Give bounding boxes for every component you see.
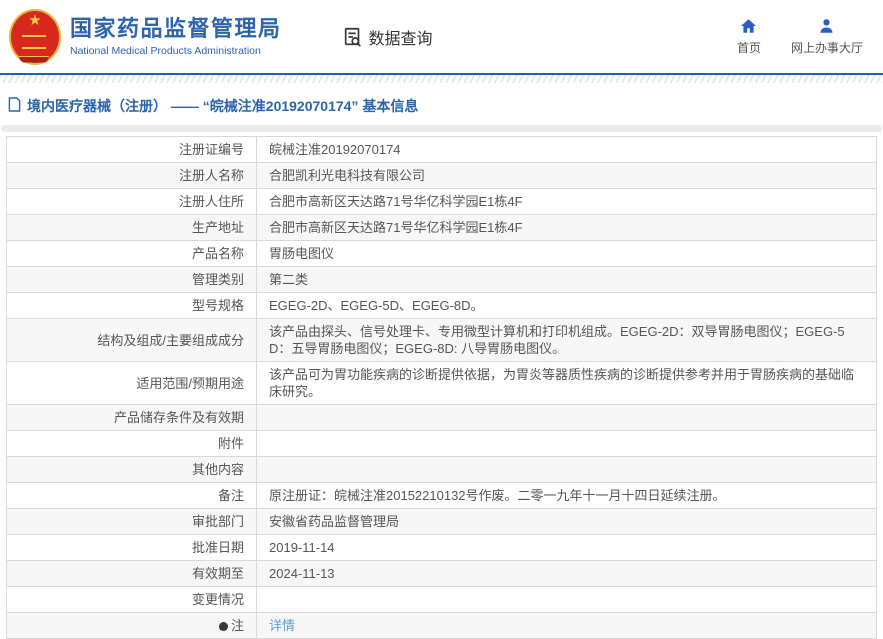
document-search-icon: [342, 26, 364, 48]
table-row: 审批部门 安徽省药品监督管理局: [6, 508, 877, 535]
org-name-en: National Medical Products Administration: [70, 45, 261, 57]
table-row: 管理类别 第二类: [6, 266, 877, 293]
row-value: 合肥市高新区天达路71号华亿科学园E1栋4F: [256, 214, 877, 241]
row-label: 注: [6, 612, 257, 639]
info-table-body: 注册证编号 皖械注准20192070174 注册人名称 合肥凯利光电科技有限公司 注册人…: [6, 136, 877, 639]
row-label: 审批部门: [6, 508, 257, 535]
row-value: 合肥凯利光电科技有限公司: [256, 162, 877, 189]
row-label: 有效期至: [6, 560, 257, 587]
page-title: 境内医疗器械（注册） —— “皖械注准20192070174” 基本信息: [27, 98, 419, 114]
page-title-row: 境内医疗器械（注册） —— “皖械注准20192070174” 基本信息: [0, 83, 883, 125]
table-row: 注册证编号 皖械注准20192070174: [6, 136, 877, 163]
row-value: 详情: [256, 612, 877, 639]
row-value: 2019-11-14: [256, 534, 877, 561]
service-hall-link[interactable]: 网上办事大厅: [791, 17, 863, 56]
table-row: 变更情况: [6, 586, 877, 613]
service-hall-label: 网上办事大厅: [790, 41, 863, 55]
hatch-band: [0, 75, 883, 83]
row-label: 附件: [6, 430, 257, 457]
row-value: 2024-11-13: [256, 560, 877, 587]
panel-top-strip: [1, 125, 882, 132]
home-link-label: 首页: [736, 41, 761, 55]
row-value: EGEG-2D、EGEG-5D、EGEG-8D。: [256, 292, 877, 319]
table-row: 适用范围/预期用途 该产品可为胃功能疾病的诊断提供依据，为胃炎等器质性疾病的诊断提…: [6, 361, 877, 405]
row-value: 胃肠电图仪: [256, 240, 877, 267]
national-emblem-logo: ★: [9, 8, 61, 65]
row-value: [256, 586, 877, 613]
star-icon: ★: [28, 11, 42, 29]
row-value: 该产品由探头、信号处理卡、专用微型计算机和打印机组成。EGEG-2D：双导胃肠电…: [256, 318, 877, 362]
detail-link[interactable]: 详情: [269, 618, 295, 633]
top-links: 首页 网上办事大厅: [737, 17, 863, 56]
table-row: 附件: [6, 430, 877, 457]
row-value: 该产品可为胃功能疾病的诊断提供依据，为胃炎等器质性疾病的诊断提供参考并用于胃肠疾…: [256, 361, 877, 405]
data-query-nav[interactable]: 数据查询: [342, 25, 433, 49]
row-label: 注册人住所: [6, 188, 257, 215]
row-label: 注册人名称: [6, 162, 257, 189]
document-icon: [8, 97, 21, 115]
row-label: 产品名称: [6, 240, 257, 267]
org-title-block: 国家药品监督管理局 National Medical Products Admi…: [70, 16, 282, 57]
table-row: 注册人名称 合肥凯利光电科技有限公司: [6, 162, 877, 189]
row-value: 第二类: [256, 266, 877, 293]
table-row: 产品名称 胃肠电图仪: [6, 240, 877, 267]
person-icon: [817, 17, 836, 35]
pin-icon: [218, 622, 228, 631]
row-value: [256, 456, 877, 483]
row-label: 变更情况: [6, 586, 257, 613]
row-value: [256, 430, 877, 457]
table-row: 型号规格 EGEG-2D、EGEG-5D、EGEG-8D。: [6, 292, 877, 319]
row-value: 原注册证：皖械注准20152210132号作废。二零一九年十一月十四日延续注册。: [256, 482, 877, 509]
row-label: 备注: [6, 482, 257, 509]
row-label: 注册证编号: [6, 136, 257, 163]
table-row: 生产地址 合肥市高新区天达路71号华亿科学园E1栋4F: [6, 214, 877, 241]
registration-info-panel: 注册证编号 皖械注准20192070174 注册人名称 合肥凯利光电科技有限公司 注册人…: [6, 136, 877, 639]
home-icon: [739, 17, 758, 35]
table-row: 产品储存条件及有效期: [6, 404, 877, 431]
data-query-label: 数据查询: [368, 30, 433, 48]
registration-info-table: 注册证编号 皖械注准20192070174 注册人名称 合肥凯利光电科技有限公司 注册人…: [6, 136, 877, 639]
row-label: 适用范围/预期用途: [6, 361, 257, 405]
org-name-zh: 国家药品监督管理局: [70, 16, 282, 41]
row-value: [256, 404, 877, 431]
row-value: 安徽省药品监督管理局: [256, 508, 877, 535]
row-label: 结构及组成/主要组成成分: [6, 318, 257, 362]
row-label: 型号规格: [6, 292, 257, 319]
row-label: 其他内容: [6, 456, 257, 483]
table-row: 注册人住所 合肥市高新区天达路71号华亿科学园E1栋4F: [6, 188, 877, 215]
row-label: 管理类别: [6, 266, 257, 293]
table-row: 其他内容: [6, 456, 877, 483]
row-value: 皖械注准20192070174: [256, 136, 877, 163]
row-label: 生产地址: [6, 214, 257, 241]
home-link[interactable]: 首页: [737, 17, 761, 56]
table-row: 注详情: [6, 612, 877, 639]
row-value: 合肥市高新区天达路71号华亿科学园E1栋4F: [256, 188, 877, 215]
table-row: 有效期至 2024-11-13: [6, 560, 877, 587]
gate-icon: [22, 34, 46, 49]
table-row: 备注 原注册证：皖械注准20152210132号作废。二零一九年十一月十四日延续注…: [6, 482, 877, 509]
site-header: ★ 国家药品监督管理局 National Medical Products Ad…: [0, 0, 883, 73]
table-row: 结构及组成/主要组成成分 该产品由探头、信号处理卡、专用微型计算机和打印机组成。E…: [6, 318, 877, 362]
row-label: 批准日期: [6, 534, 257, 561]
table-row: 批准日期 2019-11-14: [6, 534, 877, 561]
row-label: 产品储存条件及有效期: [6, 404, 257, 431]
